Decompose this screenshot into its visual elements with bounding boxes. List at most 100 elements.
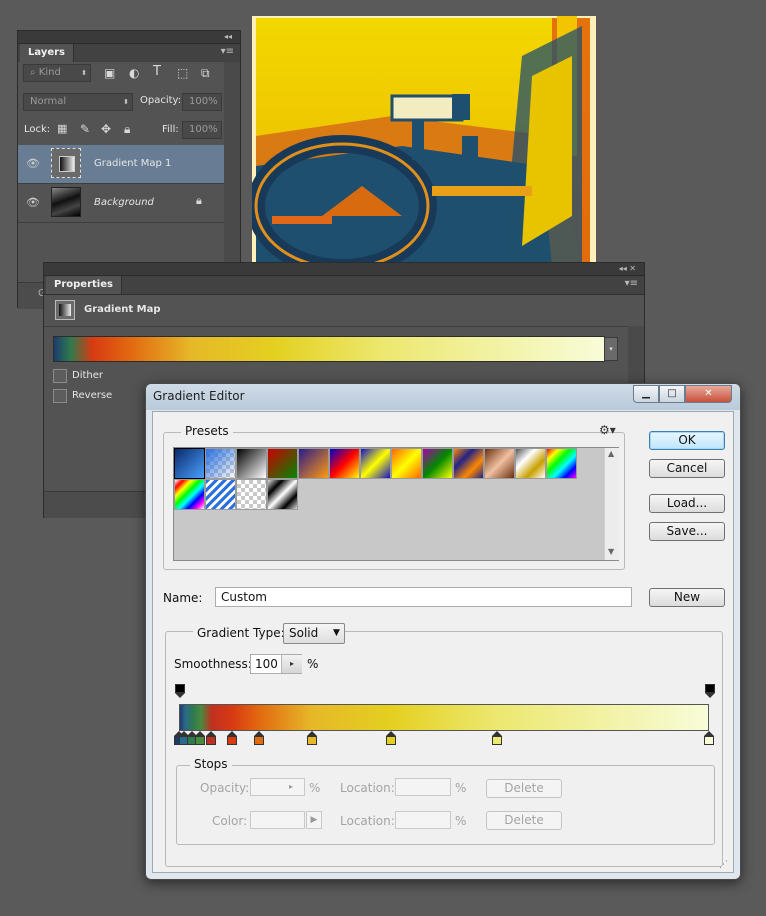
- gradient-bar[interactable]: [179, 704, 709, 731]
- opacity-stop[interactable]: [705, 684, 715, 698]
- save-button[interactable]: Save...: [649, 522, 725, 541]
- opacity-stop[interactable]: [175, 684, 185, 698]
- opacity-location-field[interactable]: [395, 778, 451, 796]
- preset-swatch[interactable]: [174, 448, 205, 479]
- lock-transparent-icon[interactable]: ▦: [57, 122, 67, 136]
- tab-layers[interactable]: Layers: [20, 44, 74, 62]
- preset-swatch[interactable]: [267, 448, 298, 479]
- preset-swatch[interactable]: [236, 448, 267, 479]
- stop-location-label: Location:: [340, 781, 395, 795]
- layer-row-gradient-map[interactable]: 👁︎ Gradient Map 1: [18, 145, 224, 184]
- layer-name: Gradient Map 1: [94, 158, 172, 169]
- preset-swatch[interactable]: [298, 448, 329, 479]
- smoothness-slider-button[interactable]: ▸: [281, 655, 302, 673]
- properties-header: Gradient Map: [44, 294, 644, 327]
- lock-all-icon[interactable]: 🔒︎: [124, 122, 130, 136]
- preset-swatch[interactable]: [360, 448, 391, 479]
- properties-tabbar: Properties ▾≡: [44, 276, 644, 295]
- color-stop[interactable]: [253, 731, 264, 745]
- color-stop[interactable]: [195, 731, 206, 745]
- ok-button[interactable]: OK: [649, 431, 725, 450]
- fill-field[interactable]: 100%: [182, 121, 222, 139]
- preset-swatch[interactable]: [453, 448, 484, 479]
- new-button[interactable]: New: [649, 588, 725, 607]
- preset-swatch[interactable]: [205, 448, 236, 479]
- blend-mode-select[interactable]: Normal ⬍: [23, 93, 133, 111]
- color-location-field[interactable]: [395, 811, 451, 829]
- tab-properties[interactable]: Properties: [46, 276, 122, 294]
- presets-scrollbar[interactable]: ▲ ▼: [604, 448, 619, 560]
- gradient-type-select[interactable]: Solid ▼: [283, 623, 345, 644]
- percent-label: %: [455, 781, 467, 795]
- adjustment-layer-thumbnail: [51, 148, 81, 178]
- eye-icon[interactable]: 👁︎: [26, 157, 40, 170]
- dither-label: Dither: [72, 370, 104, 381]
- color-stop[interactable]: [227, 731, 237, 745]
- scroll-up-icon[interactable]: ▲: [608, 449, 614, 458]
- color-stop[interactable]: [492, 731, 502, 745]
- dialog-titlebar[interactable]: Gradient Editor ▁ □ ✕: [146, 384, 740, 410]
- color-stop[interactable]: [306, 731, 317, 745]
- preset-swatch[interactable]: [329, 448, 360, 479]
- percent-label: %: [455, 814, 467, 828]
- layer-row-background[interactable]: 👁︎ Background 🔒︎: [18, 184, 224, 223]
- minimize-button[interactable]: ▁: [633, 385, 659, 403]
- gradient-map-icon: [59, 156, 75, 172]
- color-stop[interactable]: [205, 731, 216, 745]
- opacity-field[interactable]: 100%: [182, 93, 222, 111]
- gradient-preview-bar[interactable]: [53, 336, 605, 362]
- color-stop[interactable]: [704, 731, 714, 745]
- cancel-button[interactable]: Cancel: [649, 459, 725, 478]
- name-value: Custom: [221, 590, 267, 604]
- preset-swatch[interactable]: [515, 448, 546, 479]
- lock-pixels-icon[interactable]: ✎: [80, 122, 90, 136]
- search-icon: ⌕: [30, 67, 39, 78]
- delete-color-stop-button[interactable]: Delete: [486, 811, 562, 830]
- preset-swatch[interactable]: [484, 448, 515, 479]
- gradient-type-label: Gradient Type:: [193, 626, 289, 640]
- maximize-button[interactable]: □: [659, 385, 685, 403]
- dither-checkbox[interactable]: [53, 369, 67, 383]
- reverse-checkbox[interactable]: [53, 389, 67, 403]
- preset-swatch[interactable]: [422, 448, 453, 479]
- stop-color-swatch[interactable]: [250, 811, 305, 829]
- panel-menu-icon[interactable]: ▾≡: [221, 46, 234, 57]
- stop-location-label: Location:: [340, 814, 395, 828]
- load-button[interactable]: Load...: [649, 494, 725, 513]
- kind-filter-select[interactable]: ⌕ Kind ⬍: [23, 64, 91, 82]
- close-button[interactable]: ✕: [685, 385, 732, 403]
- gradient-editor-dialog: Gradient Editor ▁ □ ✕ Presets ⚙▾ ▲ ▼ OK …: [145, 383, 741, 880]
- lock-position-icon[interactable]: ✥: [101, 122, 111, 136]
- preset-swatch[interactable]: [174, 479, 205, 510]
- scroll-down-icon[interactable]: ▼: [608, 547, 614, 556]
- type-filter-icon[interactable]: T: [153, 65, 161, 79]
- resize-grip-icon[interactable]: ⋰: [719, 860, 728, 870]
- delete-opacity-stop-button[interactable]: Delete: [486, 779, 562, 798]
- preset-swatch[interactable]: [546, 448, 577, 479]
- adjustment-filter-icon[interactable]: ◐: [129, 66, 139, 80]
- fill-label: Fill:: [162, 124, 179, 135]
- stop-opacity-field[interactable]: ▸: [250, 778, 305, 796]
- shape-filter-icon[interactable]: ⬚: [177, 66, 188, 80]
- image-filter-icon[interactable]: ▣: [104, 66, 115, 80]
- color-arrow-button[interactable]: ▶: [306, 811, 322, 829]
- preset-swatch[interactable]: [205, 479, 236, 510]
- smart-object-filter-icon[interactable]: ⧉: [201, 66, 210, 80]
- name-label: Name:: [163, 591, 203, 605]
- presets-label: Presets: [181, 424, 233, 438]
- gradient-picker-dropdown[interactable]: ▾: [604, 337, 618, 361]
- preset-swatch[interactable]: [267, 479, 298, 510]
- preset-swatch[interactable]: [236, 479, 267, 510]
- collapse-icon[interactable]: ◂◂ ✕: [619, 263, 636, 275]
- preset-swatch[interactable]: [391, 448, 422, 479]
- color-stop[interactable]: [386, 731, 396, 745]
- layers-tabbar: Layers ▾≡: [18, 44, 240, 63]
- name-input[interactable]: Custom: [215, 587, 632, 607]
- document-canvas[interactable]: [252, 16, 596, 266]
- panel-menu-icon[interactable]: ▾≡: [625, 278, 638, 289]
- presets-grid: ▲ ▼: [173, 447, 619, 561]
- collapse-icon[interactable]: ◂◂: [224, 31, 232, 43]
- smoothness-input[interactable]: 100 ▸: [250, 654, 302, 674]
- eye-icon[interactable]: 👁︎: [26, 196, 40, 209]
- gear-icon[interactable]: ⚙▾: [599, 423, 616, 437]
